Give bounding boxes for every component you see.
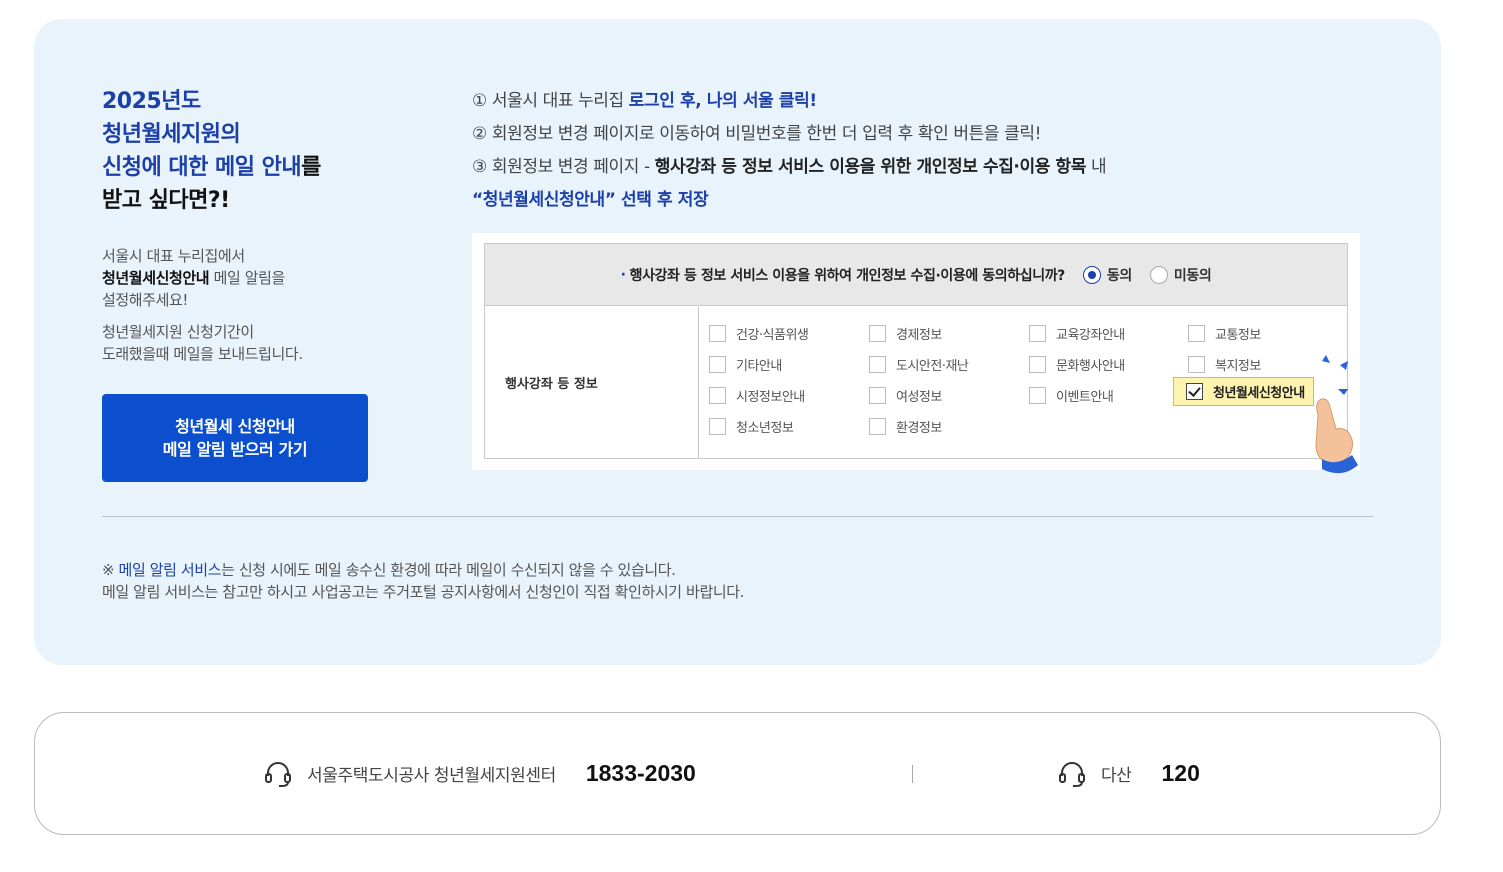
note-mark: ※ [102,561,119,579]
desc-text: 도래했을때 메일을 보내드립니다. [102,345,303,363]
desc-bold: 청년월세신청안내 [102,269,210,287]
checkbox [1029,387,1046,404]
headset-icon [265,761,291,787]
checkbox [1029,356,1046,373]
title-line: 청년월세지원의 [102,122,241,147]
title-line: 를 [301,155,321,180]
note-highlight: 메일 알림 서비스 [118,561,222,579]
guide-title: 2025년도 청년월세지원의 신청에 대한 메일 안내를 받고 싶다면?! [102,85,432,217]
checked-checkbox [1186,383,1203,400]
option-item: 환경정보 [869,417,942,436]
example-screenshot: · 행사강좌 등 정보 서비스 이용을 위하여 개인정보 수집·이용에 동의하십… [472,233,1360,474]
checkbox [1188,325,1205,342]
consent-question: 행사강좌 등 정보 서비스 이용을 위하여 개인정보 수집·이용에 동의하십니까… [629,267,1066,284]
option-label: 교통정보 [1215,328,1261,343]
option-item: 문화행사안내 [1029,355,1125,374]
option-label: 시정정보안내 [736,390,805,405]
option-label: 문화행사안내 [1056,359,1125,374]
contact-number[interactable]: 1833-2030 [586,760,696,787]
checkbox [709,356,726,373]
desc-text: 설정해주세요! [102,291,189,309]
option-item: 복지정보 [1188,355,1261,374]
contact-bar: 서울주택도시공사 청년월세지원센터 1833-2030 다산 120 [34,712,1441,835]
option-label: 교육강좌안내 [1056,328,1125,343]
option-label: 기타안내 [736,359,782,374]
contact-number[interactable]: 120 [1161,760,1199,787]
checkbox [869,325,886,342]
contact-dasan: 다산 120 [1057,713,1200,834]
pointing-hand-icon [1315,355,1358,474]
title-line: 2025년도 [102,89,201,114]
option-label: 여성정보 [896,390,942,405]
contact-label: 서울주택도시공사 청년월세지원센터 [307,766,556,786]
contact-label: 다산 [1101,766,1132,786]
step-text: ③ 회원정보 변경 페이지 - [472,157,655,177]
option-item: 시정정보안내 [709,386,805,405]
step-text: ① 서울시 대표 누리집 [472,91,629,111]
contact-separator [912,765,913,783]
checkbox [869,356,886,373]
option-item: 건강·식품위생 [709,324,809,343]
step-highlight: 행사강좌 등 정보 서비스 이용을 위한 개인정보 수집·이용 항목 [654,157,1087,177]
desc-text: 청년월세지원 신청기간이 [102,323,254,341]
disagree-radio [1149,265,1168,284]
option-label: 청년월세신청안내 [1213,386,1305,401]
option-label: 복지정보 [1215,359,1261,374]
disagree-label: 미동의 [1173,267,1212,284]
desc-text: 메일 알림을 [209,269,286,287]
mail-alert-button[interactable]: 청년월세 신청안내 메일 알림 받으러 가기 [102,394,368,482]
option-item: 도시안전·재난 [869,355,969,374]
title-highlight: 신청에 대한 메일 안내 [102,155,302,180]
contact-center: 서울주택도시공사 청년월세지원센터 1833-2030 [263,713,696,834]
mail-guide-panel: 2025년도 청년월세지원의 신청에 대한 메일 안내를 받고 싶다면?! 서울… [34,19,1441,665]
step-2: ② 회원정보 변경 페이지로 이동하여 비밀번호를 한번 더 입력 후 확인 버… [472,124,1041,144]
option-item-checked: 청년월세신청안내 [1173,377,1314,406]
title-line: 받고 싶다면?! [102,188,230,213]
consent-question-row: · 행사강좌 등 정보 서비스 이용을 위하여 개인정보 수집·이용에 동의하십… [485,244,1347,306]
step-1: ① 서울시 대표 누리집 로그인 후, 나의 서울 클릭! [472,85,1372,118]
option-item: 청소년정보 [709,417,794,436]
checkbox [1029,325,1046,342]
option-item: 교육강좌안내 [1029,324,1125,343]
row-label: 행사강좌 등 정보 [485,307,699,458]
consent-form-example: · 행사강좌 등 정보 서비스 이용을 위하여 개인정보 수집·이용에 동의하십… [484,243,1348,459]
option-item: 여성정보 [869,386,942,405]
option-item: 경제정보 [869,324,942,343]
step-highlight: 로그인 후, 나의 서울 클릭! [628,91,817,111]
section-divider [102,516,1373,517]
option-item: 기타안내 [709,355,782,374]
agree-radio [1082,265,1101,284]
notice-text: ※ 메일 알림 서비스는 신청 시에도 메일 송수신 환경에 따라 메일이 수신… [102,559,1102,603]
checkbox [869,418,886,435]
steps-list: ① 서울시 대표 누리집 로그인 후, 나의 서울 클릭! ② 회원정보 변경 … [472,85,1372,217]
cta-label: 메일 알림 받으러 가기 [162,440,308,459]
option-label: 경제정보 [896,328,942,343]
desc-text: 서울시 대표 누리집에서 [102,247,245,265]
checkbox [1188,356,1205,373]
option-label: 건강·식품위생 [736,328,809,343]
cta-label: 청년월세 신청안내 [175,417,295,436]
options-grid: 건강·식품위생 경제정보 교육강좌안내 교통정보 기타안내 도시안전·재난 문화… [709,324,1349,454]
option-label: 도시안전·재난 [896,359,969,374]
step-4: “청년월세신청안내” 선택 후 저장 [472,190,709,210]
checkbox [709,387,726,404]
step-3: ③ 회원정보 변경 페이지 - 행사강좌 등 정보 서비스 이용을 위한 개인정… [472,151,1372,184]
checkbox [869,387,886,404]
note-text: 메일 알림 서비스는 참고만 하시고 사업공고는 주거포털 공지사항에서 신청인… [102,583,745,601]
note-text: 는 신청 시에도 메일 송수신 환경에 따라 메일이 수신되지 않을 수 있습니… [221,561,676,579]
option-label: 이벤트안내 [1056,390,1114,405]
checkbox [709,418,726,435]
guide-description: 서울시 대표 누리집에서 청년월세신청안내 메일 알림을 설정해주세요! 청년월… [102,245,402,365]
agree-label: 동의 [1106,267,1132,284]
checkbox [709,325,726,342]
option-label: 청소년정보 [736,421,794,436]
step-text: 내 [1085,157,1107,177]
bullet-dot: · [620,266,626,283]
headset-icon [1059,761,1085,787]
option-item: 이벤트안내 [1029,386,1114,405]
option-item: 교통정보 [1188,324,1261,343]
option-label: 환경정보 [896,421,942,436]
